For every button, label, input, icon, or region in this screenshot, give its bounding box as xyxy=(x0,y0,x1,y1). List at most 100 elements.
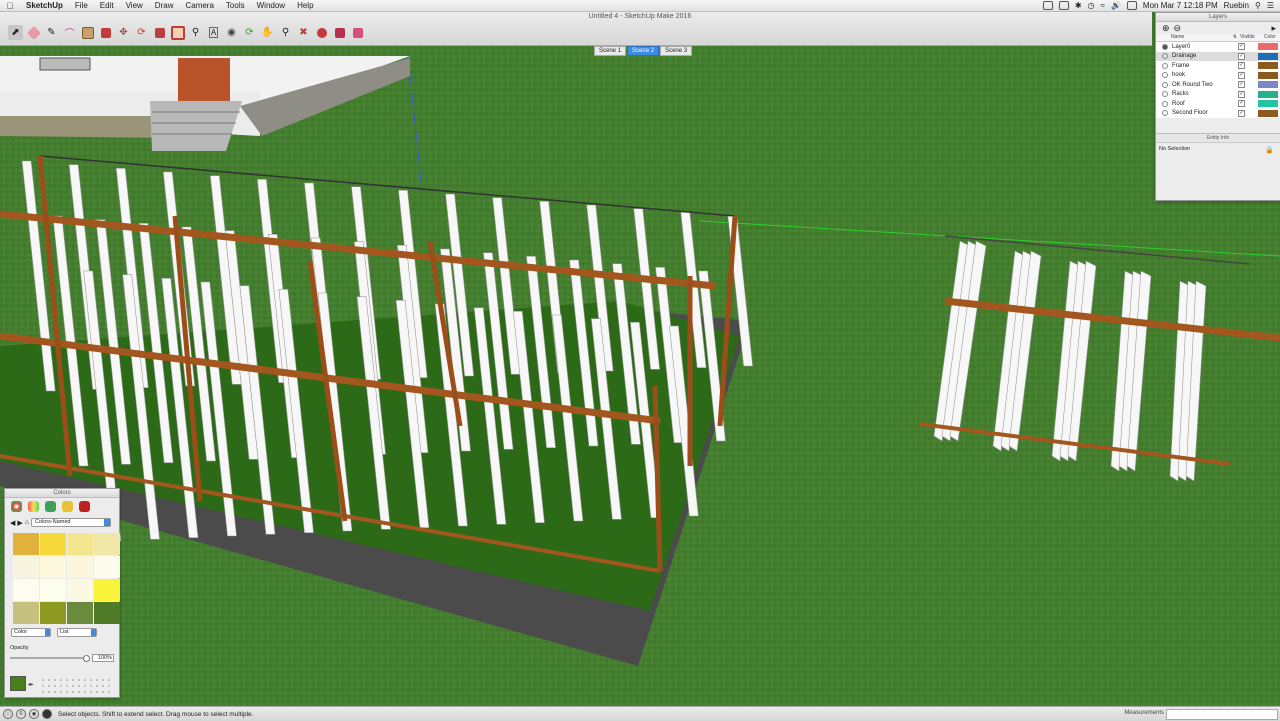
opacity-slider[interactable] xyxy=(10,655,90,662)
crayons-icon[interactable] xyxy=(79,501,90,512)
menubar-user[interactable]: Ruebin xyxy=(1224,1,1249,10)
color-swatch[interactable] xyxy=(94,556,120,578)
color-swatch[interactable] xyxy=(13,556,39,578)
layer-color-swatch[interactable] xyxy=(1258,62,1278,70)
col-color[interactable]: Color xyxy=(1264,34,1276,41)
spotlight-icon[interactable]: ⚲ xyxy=(1255,1,1261,10)
opacity-value[interactable]: 100% xyxy=(92,654,114,662)
color-wheel-icon[interactable] xyxy=(11,501,22,512)
delete-layer-icon[interactable]: ⊖ xyxy=(1174,23,1182,34)
active-layer-radio[interactable] xyxy=(1162,62,1168,69)
active-layer-radio[interactable] xyxy=(1162,43,1168,50)
model-viewport[interactable] xyxy=(0,46,1280,706)
push-pull-tool[interactable] xyxy=(98,25,113,40)
slider-thumb[interactable] xyxy=(83,655,90,662)
layer-name[interactable]: hook xyxy=(1172,72,1234,78)
color-swatch[interactable] xyxy=(67,556,93,578)
color-swatch[interactable] xyxy=(40,556,66,578)
volume-icon[interactable]: 🔊 xyxy=(1111,1,1121,10)
menu-file[interactable]: File xyxy=(69,1,94,10)
rectangle-tool[interactable] xyxy=(80,25,95,40)
color-swatch[interactable] xyxy=(67,602,93,624)
user-icon[interactable]: ◉ xyxy=(29,709,39,719)
active-layer-radio[interactable] xyxy=(1162,81,1168,88)
record-icon[interactable] xyxy=(1042,1,1053,10)
move-tool[interactable]: ✥ xyxy=(116,25,131,40)
color-swatch[interactable] xyxy=(67,579,93,601)
layer-name[interactable]: Racks xyxy=(1172,91,1234,97)
layer-row[interactable]: Racks ✓ xyxy=(1156,89,1280,99)
layer-row[interactable]: Layer0 ✓ xyxy=(1156,42,1280,52)
arc-tool[interactable]: ⌒ xyxy=(62,25,77,40)
active-layer-radio[interactable] xyxy=(1162,53,1168,60)
color-palettes-icon[interactable] xyxy=(45,501,56,512)
color-swatch[interactable] xyxy=(67,533,93,555)
apple-icon[interactable]:  xyxy=(0,1,20,11)
col-name[interactable]: Name xyxy=(1171,34,1217,41)
zoom-tool[interactable]: ⚲ xyxy=(278,25,293,40)
nav-forward-icon[interactable]: ▶ xyxy=(17,519,22,527)
visible-checkbox[interactable]: ✓ xyxy=(1238,71,1245,79)
credits-icon[interactable]: © xyxy=(16,709,26,719)
color-swatch[interactable] xyxy=(13,602,39,624)
menu-edit[interactable]: Edit xyxy=(94,1,120,10)
library-select[interactable]: Colors-Named xyxy=(31,518,112,527)
layer-name[interactable]: Roof xyxy=(1172,101,1234,107)
visible-checkbox[interactable]: ✓ xyxy=(1238,62,1245,70)
menu-camera[interactable]: Camera xyxy=(179,1,219,10)
zoom-extents-tool[interactable]: ✖ xyxy=(296,25,311,40)
layer-row[interactable]: Drainage ✓ xyxy=(1156,51,1280,61)
visible-checkbox[interactable]: ✓ xyxy=(1238,109,1245,117)
color-swatch[interactable] xyxy=(94,602,120,624)
instructor-icon[interactable] xyxy=(42,709,52,719)
menu-app[interactable]: SketchUp xyxy=(20,1,69,10)
view-select[interactable]: List xyxy=(57,628,97,637)
layer-color-swatch[interactable] xyxy=(1258,52,1278,60)
lock-icon[interactable]: 🔒 xyxy=(1265,146,1274,154)
menu-tools[interactable]: Tools xyxy=(220,1,251,10)
layer-row[interactable]: OK Round Two ✓ xyxy=(1156,80,1280,90)
color-swatch[interactable] xyxy=(13,579,39,601)
battery-icon[interactable] xyxy=(1126,1,1137,10)
3d-warehouse-tool[interactable] xyxy=(314,25,329,40)
image-palettes-icon[interactable] xyxy=(62,501,73,512)
col-visible[interactable]: Visible xyxy=(1240,34,1264,41)
menu-draw[interactable]: Draw xyxy=(149,1,180,10)
menu-window[interactable]: Window xyxy=(251,1,291,10)
paint-bucket-tool[interactable]: ◉ xyxy=(224,25,239,40)
layout-tool[interactable] xyxy=(350,25,365,40)
pencil-tool[interactable]: ✎ xyxy=(44,25,59,40)
layer-name[interactable]: OK Round Two xyxy=(1172,82,1234,88)
home-icon[interactable]: ⌂ xyxy=(25,519,29,526)
color-sliders-icon[interactable] xyxy=(28,501,39,512)
notification-center-icon[interactable]: ☰ xyxy=(1267,1,1274,10)
layer-color-swatch[interactable] xyxy=(1258,90,1278,98)
menu-view[interactable]: View xyxy=(120,1,149,10)
visible-checkbox[interactable]: ✓ xyxy=(1238,100,1245,108)
add-layer-icon[interactable]: ⊕ xyxy=(1162,23,1170,34)
time-machine-icon[interactable]: ◷ xyxy=(1088,1,1095,10)
layer-color-swatch[interactable] xyxy=(1258,81,1278,89)
layer-row[interactable]: Second Floor ✓ xyxy=(1156,108,1280,118)
color-swatch[interactable] xyxy=(40,533,66,555)
visible-checkbox[interactable]: ✓ xyxy=(1238,81,1245,89)
geo-location-icon[interactable]: ⓘ xyxy=(3,709,13,719)
visible-checkbox[interactable]: ✓ xyxy=(1238,43,1245,51)
layer-row[interactable]: hook ✓ xyxy=(1156,70,1280,80)
tab-scene-1[interactable]: Scene 1 xyxy=(594,46,627,56)
mode-select[interactable]: Color xyxy=(11,628,51,637)
wifi-icon[interactable]: ≈ xyxy=(1101,1,1105,10)
color-swatch[interactable] xyxy=(40,602,66,624)
tab-scene-3[interactable]: Scene 3 xyxy=(660,46,693,56)
layer-color-swatch[interactable] xyxy=(1258,71,1278,79)
layer-row[interactable]: Roof ✓ xyxy=(1156,99,1280,109)
layer-name[interactable]: Second Floor xyxy=(1172,110,1234,116)
layer-row[interactable]: Frame ✓ xyxy=(1156,61,1280,71)
visible-checkbox[interactable]: ✓ xyxy=(1238,52,1245,60)
orbit-tool[interactable]: ⟳ xyxy=(242,25,257,40)
layer-name[interactable]: Drainage xyxy=(1172,53,1234,59)
bluetooth-icon[interactable]: ✱ xyxy=(1075,1,1082,10)
details-icon[interactable]: ▸ xyxy=(1271,23,1276,34)
active-layer-radio[interactable] xyxy=(1162,91,1168,98)
layer-color-swatch[interactable] xyxy=(1258,109,1278,117)
